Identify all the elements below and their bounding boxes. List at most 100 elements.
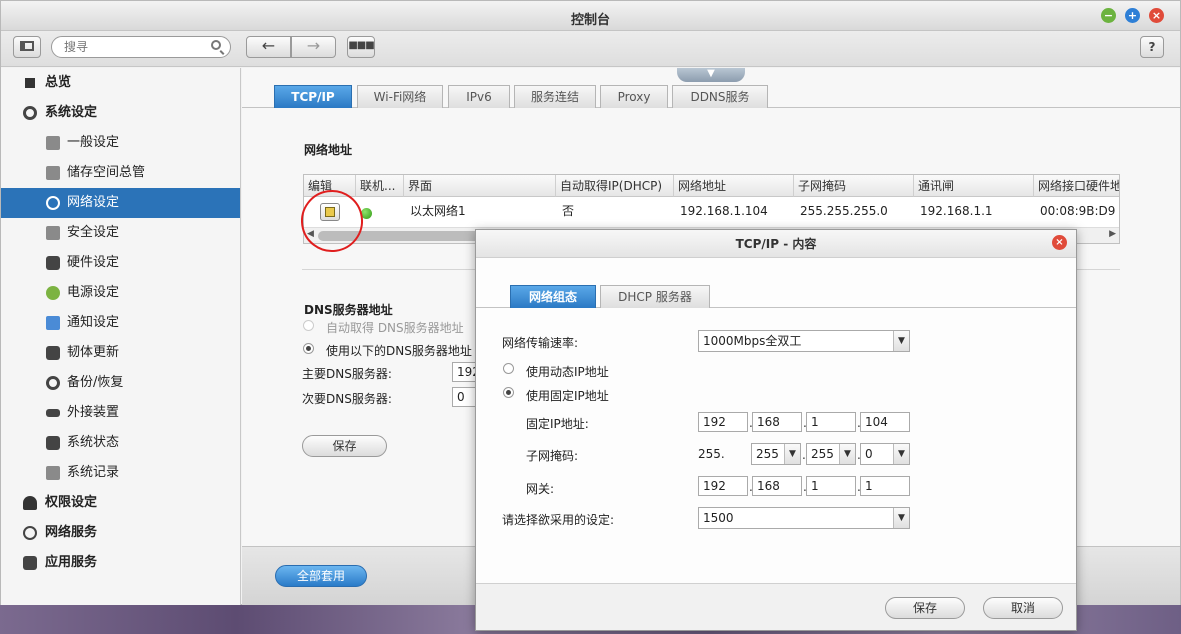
tab-tcpip[interactable]: TCP/IP [274,85,352,108]
subnet-mask-first-octet: 255. [698,447,725,461]
search-icon[interactable] [211,40,221,50]
sidebar-item-system-settings[interactable]: 系统设定 [1,98,240,128]
collapse-handle[interactable]: ▼ [677,68,745,82]
sidebar-item-label: 通知设定 [67,315,120,330]
static-ip-radio[interactable] [503,387,514,398]
gateway-octet-3[interactable]: 1 [806,476,856,496]
sidebar-item-label: 安全设定 [67,225,120,240]
sidebar-item-firmware[interactable]: 韧体更新 [1,338,240,368]
title-bar: 控制台 − + × [1,1,1180,31]
tab-service-binding[interactable]: 服务连结 [514,85,596,108]
speed-value: 1000Mbps全双工 [703,334,802,348]
sidebar-item-security[interactable]: 安全设定 [1,218,240,248]
monitor-icon [46,436,60,450]
fixed-ip-octet-4[interactable]: 104 [860,412,910,432]
column-header-dhcp: 自动取得IP(DHCP) [556,175,674,197]
sidebar-item-privileges[interactable]: 权限设定 [1,488,240,518]
search-input[interactable] [64,40,204,54]
toggle-sidebar-button[interactable] [13,36,41,58]
sidebar-item-system-logs[interactable]: 系统记录 [1,458,240,488]
subnet-mask-select-4[interactable]: 0 ▼ [860,443,910,465]
sidebar-item-notification[interactable]: 通知设定 [1,308,240,338]
gateway-octet-1[interactable]: 192 [698,476,748,496]
static-ip-label: 使用固定IP地址 [526,389,609,403]
power-bulb-icon [46,286,60,300]
tab-dhcp-server[interactable]: DHCP 服务器 [600,285,710,308]
gateway-octet-4[interactable]: 1 [860,476,910,496]
globe-icon [23,526,37,540]
chevron-down-icon[interactable]: ▼ [784,444,800,464]
fixed-ip-label: 固定IP地址: [526,417,589,431]
speed-select[interactable]: 1000Mbps全双工 ▼ [698,330,910,352]
dns-auto-radio[interactable] [303,320,314,331]
sidebar-item-external-devices[interactable]: 外接装置 [1,398,240,428]
forward-button[interactable]: → [291,36,336,58]
sidebar-item-label: 一般设定 [67,135,120,150]
sidebar-item-network-services[interactable]: 网络服务 [1,518,240,548]
tab-ipv6[interactable]: IPv6 [448,85,510,108]
subnet-mask-select-2[interactable]: 255 ▼ [751,443,801,465]
close-button[interactable]: × [1149,8,1164,23]
sidebar-item-label: 系统状态 [67,435,120,450]
dns-save-button[interactable]: 保存 [302,435,387,457]
sidebar-item-storage[interactable]: 储存空间总管 [1,158,240,188]
sidebar-item-general[interactable]: 一般设定 [1,128,240,158]
sidebar: 总览 系统设定 一般设定 储存空间总管 网络设定 安全设定 硬件设定 电源设定 … [1,68,241,605]
cell-dhcp: 否 [562,204,575,218]
sidebar-item-label: 网络设定 [67,195,120,210]
tab-network-config[interactable]: 网络组态 [510,285,596,308]
backup-icon [46,376,60,390]
sidebar-item-power[interactable]: 电源设定 [1,278,240,308]
apply-all-button[interactable]: 全部套用 [275,565,367,587]
sidebar-item-network[interactable]: 网络设定 [1,188,240,218]
chevron-down-icon[interactable]: ▼ [839,444,855,464]
scroll-right-icon[interactable]: ▶ [1109,229,1116,239]
speed-label: 网络传输速率: [502,336,579,350]
sidebar-item-backup-restore[interactable]: 备份/恢复 [1,368,240,398]
sidebar-icon [20,41,34,51]
chevron-down-icon[interactable]: ▼ [893,508,909,528]
sidebar-item-overview[interactable]: 总览 [1,68,240,98]
sidebar-item-label: 应用服务 [45,555,98,570]
sidebar-item-label: 储存空间总管 [67,165,146,180]
dialog-cancel-button[interactable]: 取消 [983,597,1063,619]
sidebar-item-label: 系统记录 [67,465,120,480]
sidebar-item-applications[interactable]: 应用服务 [1,548,240,578]
dialog-close-icon[interactable]: × [1052,235,1067,250]
fixed-ip-octet-2[interactable]: 168 [752,412,802,432]
chevron-down-icon[interactable]: ▼ [893,331,909,351]
help-button[interactable]: ? [1140,36,1164,58]
grid-icon: ■■■ [348,40,374,51]
back-button[interactable]: ← [246,36,291,58]
primary-dns-label: 主要DNS服务器: [302,367,392,381]
dialog-title: TCP/IP - 内容 [476,230,1076,258]
sidebar-item-hardware[interactable]: 硬件设定 [1,248,240,278]
applications-icon [23,556,37,570]
tcpip-properties-dialog: TCP/IP - 内容 × 网络组态 DHCP 服务器 网络传输速率: 1000… [475,229,1077,631]
minimize-button[interactable]: − [1101,8,1116,23]
fixed-ip-octet-3[interactable]: 1 [806,412,856,432]
dialog-save-button[interactable]: 保存 [885,597,965,619]
tab-ddns[interactable]: DDNS服务 [672,85,768,108]
cell-interface: 以太网络1 [410,204,466,218]
mtu-select[interactable]: 1500 ▼ [698,507,910,529]
sidebar-item-label: 备份/恢复 [67,375,124,390]
network-icon [46,196,60,210]
subnet-mask-value-4: 0 [865,447,873,461]
maximize-button[interactable]: + [1125,8,1140,23]
sidebar-item-label: 韧体更新 [67,345,120,360]
dns-manual-radio[interactable] [303,343,314,354]
search-box[interactable] [51,36,231,58]
gateway-octet-2[interactable]: 168 [752,476,802,496]
subnet-mask-select-3[interactable]: 255 ▼ [806,443,856,465]
tab-proxy[interactable]: Proxy [600,85,668,108]
sidebar-item-label: 外接装置 [67,405,120,420]
tab-wifi[interactable]: Wi-Fi网络 [357,85,443,108]
dialog-footer: 保存 取消 [476,584,1076,630]
dynamic-ip-radio[interactable] [503,363,514,374]
fixed-ip-octet-1[interactable]: 192 [698,412,748,432]
app-grid-button[interactable]: ■■■ [347,36,375,58]
column-header-gateway: 通讯闸 [914,175,1034,197]
chevron-down-icon[interactable]: ▼ [893,444,909,464]
sidebar-item-system-status[interactable]: 系统状态 [1,428,240,458]
